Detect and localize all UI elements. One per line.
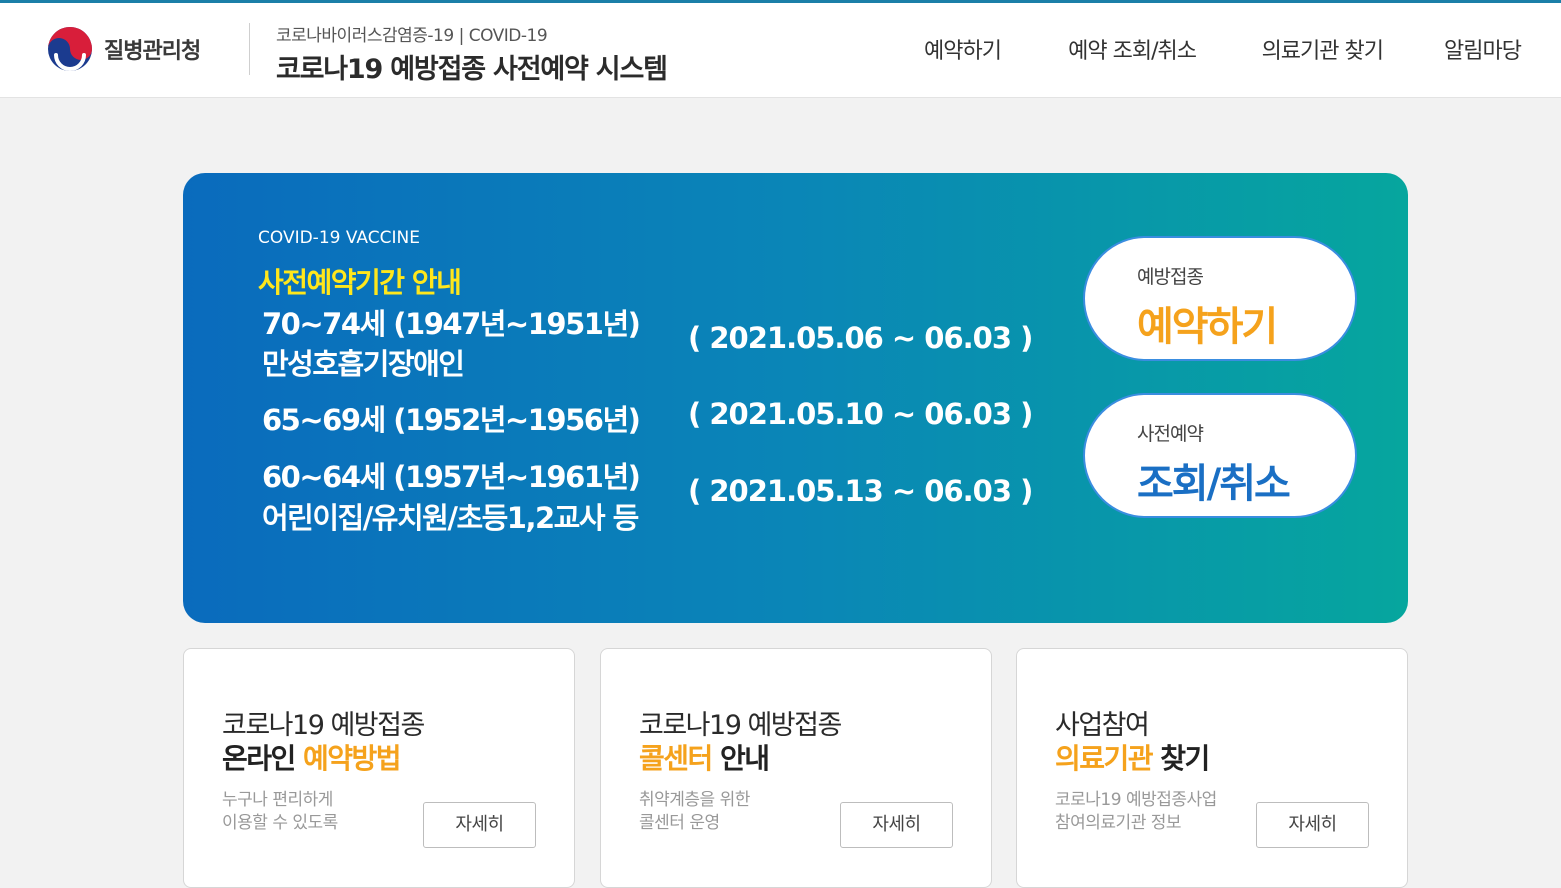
group-1-age: 70~74세 (1947년~1951년) bbox=[262, 307, 641, 341]
lookup-cancel-button-label: 조회/취소 bbox=[1137, 461, 1291, 507]
card-detail-button[interactable]: 자세히 bbox=[840, 802, 953, 848]
card-title-part: 온라인 bbox=[222, 742, 304, 775]
group-1-extra: 만성호흡기장애인 bbox=[262, 347, 465, 381]
lookup-cancel-button-caption: 사전예약 bbox=[1137, 423, 1204, 445]
card-title-part: 안내 bbox=[711, 742, 770, 775]
card-title-line2: 온라인 예약방법 bbox=[222, 737, 402, 777]
taegeuk-logo-icon bbox=[48, 27, 92, 71]
group-1-date: ( 2021.05.06 ~ 06.03 ) bbox=[688, 321, 1033, 355]
card-title-line2: 의료기관 찾기 bbox=[1055, 737, 1210, 777]
site-title[interactable]: 코로나19 예방접종 사전예약 시스템 bbox=[276, 47, 668, 86]
nav-notice[interactable]: 알림마당 bbox=[1444, 33, 1522, 65]
card-desc-line2: 콜센터 운영 bbox=[639, 813, 720, 833]
header-divider bbox=[249, 23, 250, 75]
org-logo[interactable]: 질병관리청 bbox=[46, 25, 201, 73]
hero-heading: 사전예약기간 안내 bbox=[258, 266, 462, 299]
card-call-center: 코로나19 예방접종 콜센터 안내 취약계층을 위한 콜센터 운영 자세히 bbox=[600, 648, 992, 888]
card-desc-line1: 누구나 편리하게 bbox=[222, 790, 333, 810]
card-description: 누구나 편리하게 이용할 수 있도록 bbox=[222, 789, 338, 835]
group-3-extra: 어린이집/유치원/초등1,2교사 등 bbox=[262, 501, 639, 535]
card-title-part: 찾기 bbox=[1152, 742, 1210, 775]
card-find-clinic: 사업참여 의료기관 찾기 코로나19 예방접종사업 참여의료기관 정보 자세히 bbox=[1016, 648, 1408, 888]
site-header: 질병관리청 코로나바이러스감염증-19 | COVID-19 코로나19 예방접… bbox=[0, 3, 1561, 98]
site-subtitle: 코로나바이러스감염증-19 | COVID-19 bbox=[276, 26, 548, 46]
lookup-cancel-button[interactable]: 사전예약 조회/취소 bbox=[1083, 393, 1357, 518]
card-title-line2: 콜센터 안내 bbox=[639, 737, 770, 777]
card-online-guide: 코로나19 예방접종 온라인 예약방법 누구나 편리하게 이용할 수 있도록 자… bbox=[183, 648, 575, 888]
card-title-highlight: 의료기관 bbox=[1055, 742, 1154, 775]
card-description: 코로나19 예방접종사업 참여의료기관 정보 bbox=[1055, 789, 1217, 835]
reserve-button-label: 예약하기 bbox=[1137, 304, 1278, 350]
org-name: 질병관리청 bbox=[104, 39, 201, 64]
card-desc-line2: 참여의료기관 정보 bbox=[1055, 813, 1182, 833]
group-3-date: ( 2021.05.13 ~ 06.03 ) bbox=[688, 474, 1033, 508]
nav-lookup-cancel[interactable]: 예약 조회/취소 bbox=[1068, 33, 1197, 65]
nav-reserve[interactable]: 예약하기 bbox=[924, 33, 1002, 65]
card-desc-line1: 코로나19 예방접종사업 bbox=[1055, 790, 1217, 810]
reserve-button[interactable]: 예방접종 예약하기 bbox=[1083, 236, 1357, 361]
hero-kicker: COVID-19 VACCINE bbox=[258, 228, 420, 248]
card-title-highlight: 콜센터 bbox=[639, 742, 713, 775]
group-2-date: ( 2021.05.10 ~ 06.03 ) bbox=[688, 397, 1033, 431]
card-detail-button[interactable]: 자세히 bbox=[423, 802, 536, 848]
group-3-age: 60~64세 (1957년~1961년) bbox=[262, 460, 641, 494]
card-title-highlight: 예약방법 bbox=[303, 742, 402, 775]
card-detail-button[interactable]: 자세히 bbox=[1256, 802, 1369, 848]
nav-find-clinic[interactable]: 의료기관 찾기 bbox=[1262, 33, 1384, 65]
reserve-button-caption: 예방접종 bbox=[1137, 266, 1204, 288]
group-2-age: 65~69세 (1952년~1956년) bbox=[262, 403, 641, 437]
card-desc-line1: 취약계층을 위한 bbox=[639, 790, 750, 810]
card-description: 취약계층을 위한 콜센터 운영 bbox=[639, 789, 750, 835]
hero-banner: COVID-19 VACCINE 사전예약기간 안내 70~74세 (1947년… bbox=[183, 173, 1408, 623]
card-desc-line2: 이용할 수 있도록 bbox=[222, 813, 338, 833]
